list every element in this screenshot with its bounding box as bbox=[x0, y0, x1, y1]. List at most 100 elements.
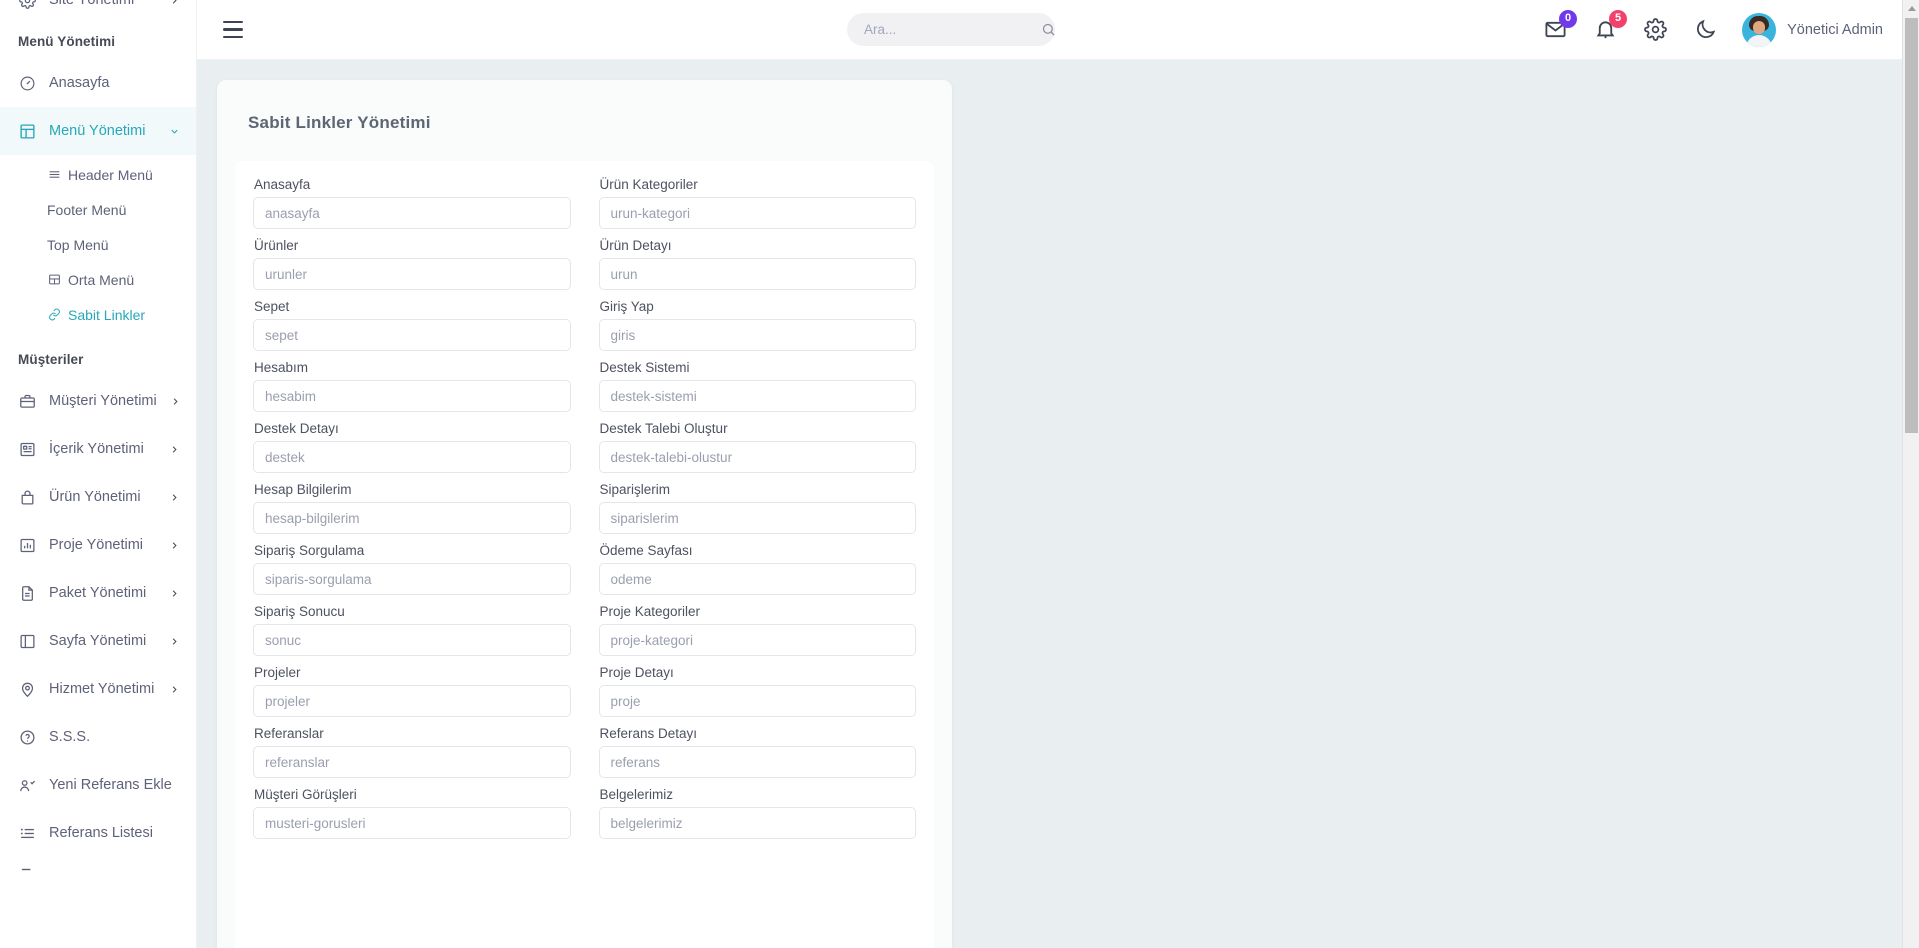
sidebar-item-label: Menü Yönetimi bbox=[49, 123, 146, 139]
field-input[interactable] bbox=[598, 319, 916, 351]
envelope-icon[interactable]: 0 bbox=[1542, 9, 1578, 43]
form-field: Belgelerimiz bbox=[598, 787, 916, 848]
fields-grid: Anasayfa Ürün Kategoriler Ürünler Ürün Deta… bbox=[253, 177, 916, 848]
gear-icon[interactable] bbox=[1642, 17, 1668, 43]
field-input[interactable] bbox=[253, 502, 571, 534]
field-input[interactable] bbox=[253, 380, 571, 412]
sidebar-scroll-area[interactable]: Site Yönetimi Menü Yönetimi Anasayfa Men… bbox=[0, 0, 196, 948]
form-field: Destek Detayı bbox=[253, 421, 571, 482]
sidebar-subitem-label: Top Menü bbox=[47, 236, 109, 253]
sidebar-item-sss[interactable]: S.S.S. bbox=[0, 713, 196, 761]
field-input[interactable] bbox=[253, 685, 571, 717]
form-field: Proje Kategoriler bbox=[598, 604, 916, 665]
field-input[interactable] bbox=[253, 258, 571, 290]
field-input[interactable] bbox=[253, 197, 571, 229]
sidebar-subitem-top-menu[interactable]: Top Menü bbox=[0, 231, 196, 258]
sidebar-subitem-header-menu[interactable]: Header Menü bbox=[0, 161, 196, 188]
form-panel: Anasayfa Ürün Kategoriler Ürünler Ürün Deta… bbox=[235, 161, 934, 948]
page-scrollbar[interactable] bbox=[1902, 0, 1919, 948]
field-label: Ürünler bbox=[254, 238, 299, 253]
form-field: Sepet bbox=[253, 299, 571, 360]
sidebar-item-label: S.S.S. bbox=[49, 729, 91, 745]
briefcase-icon bbox=[18, 392, 36, 410]
field-input[interactable] bbox=[598, 502, 916, 534]
bag-icon bbox=[18, 488, 36, 506]
sidebar-subitem-orta-menu[interactable]: Orta Menü bbox=[0, 266, 196, 293]
chart-icon bbox=[18, 536, 36, 554]
sidebar-item-hizmet-yonetimi[interactable]: Hizmet Yönetimi bbox=[0, 665, 196, 713]
field-label: Destek Sistemi bbox=[599, 360, 690, 375]
field-input[interactable] bbox=[598, 746, 916, 778]
sidebar-item-anasayfa[interactable]: Anasayfa bbox=[0, 59, 196, 107]
form-field: Hesabım bbox=[253, 360, 571, 421]
sidebar-item-proje-yonetimi[interactable]: Proje Yönetimi bbox=[0, 521, 196, 569]
field-input[interactable] bbox=[253, 563, 571, 595]
field-label: Hesap Bilgilerim bbox=[254, 482, 352, 497]
sidebar-item-label: Hizmet Yönetimi bbox=[49, 681, 155, 697]
search-input[interactable] bbox=[864, 22, 1041, 37]
sidebar-item-label: Referans Listesi bbox=[49, 825, 153, 841]
scrollbar-thumb[interactable] bbox=[1905, 18, 1918, 433]
moon-icon[interactable] bbox=[1692, 17, 1718, 43]
field-input[interactable] bbox=[253, 746, 571, 778]
dashboard-icon bbox=[18, 74, 36, 92]
columns-icon bbox=[18, 632, 36, 650]
sidebar-item-site-yonetimi[interactable]: Site Yönetimi bbox=[0, 0, 196, 16]
field-input[interactable] bbox=[598, 807, 916, 839]
sidebar-subitem-sabit-linkler[interactable]: Sabit Linkler bbox=[0, 301, 196, 328]
sidebar-item-paket-yonetimi[interactable]: Paket Yönetimi bbox=[0, 569, 196, 617]
sidebar-item-icerik-yonetimi[interactable]: İçerik Yönetimi bbox=[0, 425, 196, 473]
form-field: Ürün Detayı bbox=[598, 238, 916, 299]
help-circle-icon bbox=[18, 728, 36, 746]
field-input[interactable] bbox=[253, 807, 571, 839]
bell-icon[interactable]: 5 bbox=[1592, 9, 1628, 43]
sidebar-subitem-label: Orta Menü bbox=[68, 271, 135, 288]
chevron-right-icon bbox=[168, 491, 180, 503]
scroll-up-arrow-icon[interactable] bbox=[1903, 0, 1919, 17]
field-input[interactable] bbox=[598, 685, 916, 717]
field-input[interactable] bbox=[598, 624, 916, 656]
sidebar-item-yeni-referans-ekle[interactable]: Yeni Referans Ekle bbox=[0, 761, 196, 809]
sidebar-item-musteri-yonetimi[interactable]: Müşteri Yönetimi bbox=[0, 377, 196, 425]
hamburger-menu-icon[interactable] bbox=[215, 12, 251, 48]
sidebar-subitem-footer-menu[interactable]: Footer Menü bbox=[0, 196, 196, 223]
field-label: Ürün Kategoriler bbox=[599, 177, 698, 192]
sidebar-item-label: İçerik Yönetimi bbox=[49, 441, 144, 457]
field-label: Sipariş Sorgulama bbox=[254, 543, 365, 558]
form-field: Destek Sistemi bbox=[598, 360, 916, 421]
search-icon[interactable] bbox=[1041, 22, 1056, 37]
field-input[interactable] bbox=[253, 624, 571, 656]
user-name: Yönetici Admin bbox=[1787, 21, 1883, 38]
user-menu[interactable]: Yönetici Admin bbox=[1742, 12, 1883, 47]
sidebar-item-referans-listesi[interactable]: Referans Listesi bbox=[0, 809, 196, 857]
form-field: Anasayfa bbox=[253, 177, 571, 238]
sidebar-item-sayfa-yonetimi[interactable]: Sayfa Yönetimi bbox=[0, 617, 196, 665]
form-field: Müşteri Görüşleri bbox=[253, 787, 571, 848]
field-label: Sipariş Sonucu bbox=[254, 604, 345, 619]
field-input[interactable] bbox=[598, 441, 916, 473]
sidebar-item-label: Anasayfa bbox=[49, 75, 110, 91]
form-field: Destek Talebi Oluştur bbox=[598, 421, 916, 482]
grid-icon bbox=[47, 273, 61, 287]
field-input[interactable] bbox=[598, 258, 916, 290]
field-input[interactable] bbox=[598, 197, 916, 229]
sidebar-item-menu-yonetimi[interactable]: Menü Yönetimi bbox=[0, 107, 196, 155]
chevron-right-icon bbox=[168, 539, 180, 551]
sidebar-item-label: Paket Yönetimi bbox=[49, 585, 147, 601]
sidebar-item-collapsed-partial[interactable] bbox=[0, 857, 196, 881]
form-field: Sipariş Sorgulama bbox=[253, 543, 571, 604]
search-box[interactable] bbox=[847, 13, 1055, 46]
search-container bbox=[847, 13, 1055, 46]
topbar: 0 5 Yönetici Admin bbox=[197, 0, 1919, 60]
field-label: Proje Kategoriler bbox=[599, 604, 701, 619]
field-input[interactable] bbox=[598, 380, 916, 412]
field-input[interactable] bbox=[598, 563, 916, 595]
field-label: Referanslar bbox=[254, 726, 324, 741]
field-input[interactable] bbox=[253, 441, 571, 473]
main-area: 0 5 Yönetici Admin bbox=[197, 0, 1919, 948]
field-input[interactable] bbox=[253, 319, 571, 351]
field-label: Hesabım bbox=[254, 360, 309, 375]
field-label: Müşteri Görüşleri bbox=[254, 787, 357, 802]
form-field: Ödeme Sayfası bbox=[598, 543, 916, 604]
sidebar-item-urun-yonetimi[interactable]: Ürün Yönetimi bbox=[0, 473, 196, 521]
